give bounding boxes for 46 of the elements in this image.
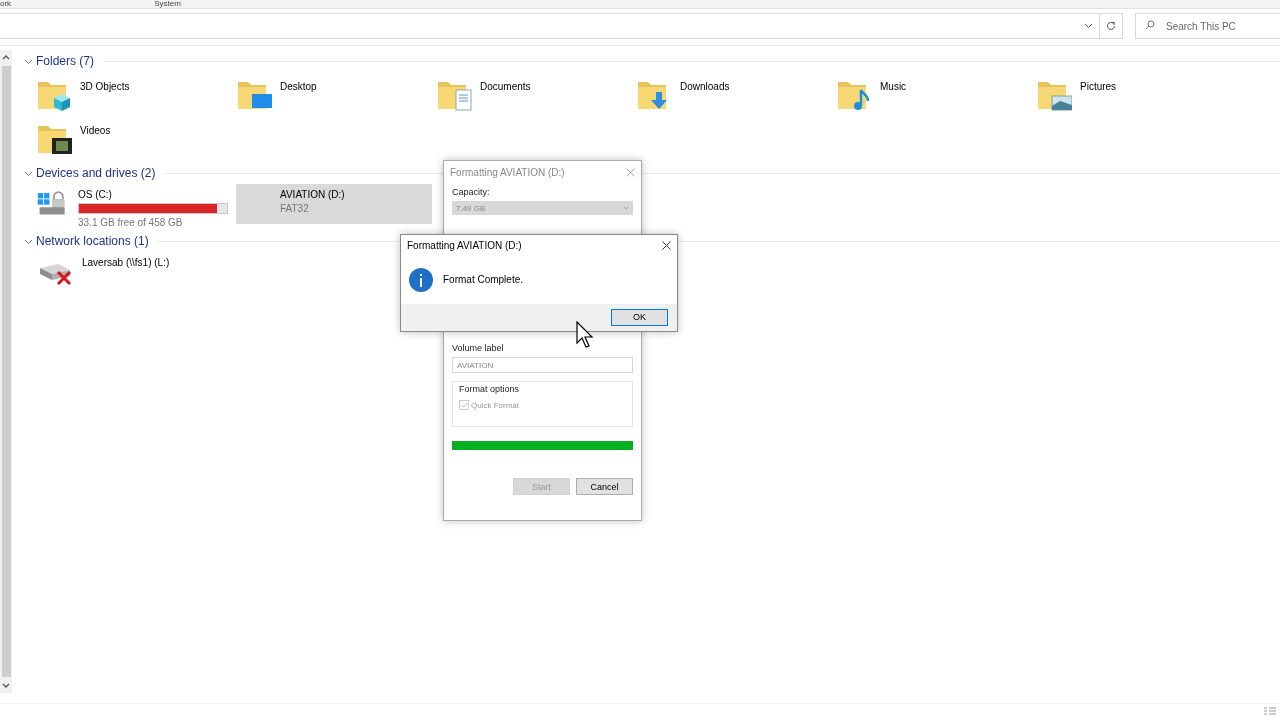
ribbon-label[interactable]: System — [154, 0, 181, 8]
network-drive-item[interactable]: Laversab (\\fs1) (L:) — [36, 252, 232, 296]
folder-name: 3D Objects — [80, 81, 130, 92]
group-title[interactable]: Devices and drives (2) — [36, 166, 156, 180]
folder-item[interactable]: Documents — [436, 76, 632, 120]
folder-name: Desktop — [280, 81, 317, 92]
folder-name: Documents — [480, 81, 531, 92]
group-title[interactable]: Network locations (1) — [36, 234, 149, 248]
volume-label-field[interactable]: AVIATION — [452, 357, 633, 373]
folder-item[interactable]: Music — [836, 76, 1032, 120]
search-field[interactable]: Search This PC — [1135, 13, 1280, 39]
folder-item[interactable]: 3D Objects — [36, 76, 232, 120]
folder-item[interactable]: Pictures — [1036, 76, 1232, 120]
search-icon — [1145, 20, 1155, 30]
info-icon — [409, 267, 433, 292]
drive-name: OS (C:) — [78, 189, 113, 200]
message-box-title: Formatting AVIATION (D:) — [407, 239, 522, 251]
ok-button[interactable]: OK — [611, 308, 668, 326]
folder-name: Downloads — [680, 81, 730, 92]
drive-name: AVIATION (D:) — [280, 189, 345, 200]
network-drive-name: Laversab (\\fs1) (L:) — [82, 257, 170, 268]
scrollbar[interactable] — [0, 50, 12, 693]
refresh-icon — [1106, 21, 1116, 31]
dialog-title: Formatting AVIATION (D:) — [450, 166, 565, 178]
scroll-thumb[interactable] — [1, 66, 11, 677]
folder-name: Music — [880, 81, 907, 92]
folder-name: Videos — [80, 125, 111, 136]
chevron-icon — [623, 206, 629, 210]
checkmark-icon — [460, 402, 468, 408]
folder-item[interactable]: Videos — [36, 120, 232, 164]
dialog-button[interactable]: Cancel — [576, 478, 633, 495]
chevron-icon — [1083, 23, 1093, 29]
capacity-label: Capacity: — [452, 187, 491, 197]
close-icon[interactable] — [662, 240, 671, 250]
drive-item[interactable]: AVIATION (D:) FAT32 — [236, 184, 432, 224]
message-text: Format Complete. — [443, 274, 524, 286]
scroll-up-icon[interactable] — [2, 54, 10, 60]
ribbon-label[interactable]: ork — [0, 0, 12, 8]
group-label: Format options — [459, 384, 521, 394]
folder-name: Pictures — [1080, 81, 1117, 92]
volume-label: Volume label — [452, 343, 505, 353]
drive-detail: FAT32 — [280, 203, 310, 214]
group-title[interactable]: Folders (7) — [36, 54, 94, 68]
scroll-down-icon[interactable] — [2, 683, 10, 689]
folder-item[interactable]: Desktop — [236, 76, 432, 120]
folder-item[interactable]: Downloads — [636, 76, 832, 120]
